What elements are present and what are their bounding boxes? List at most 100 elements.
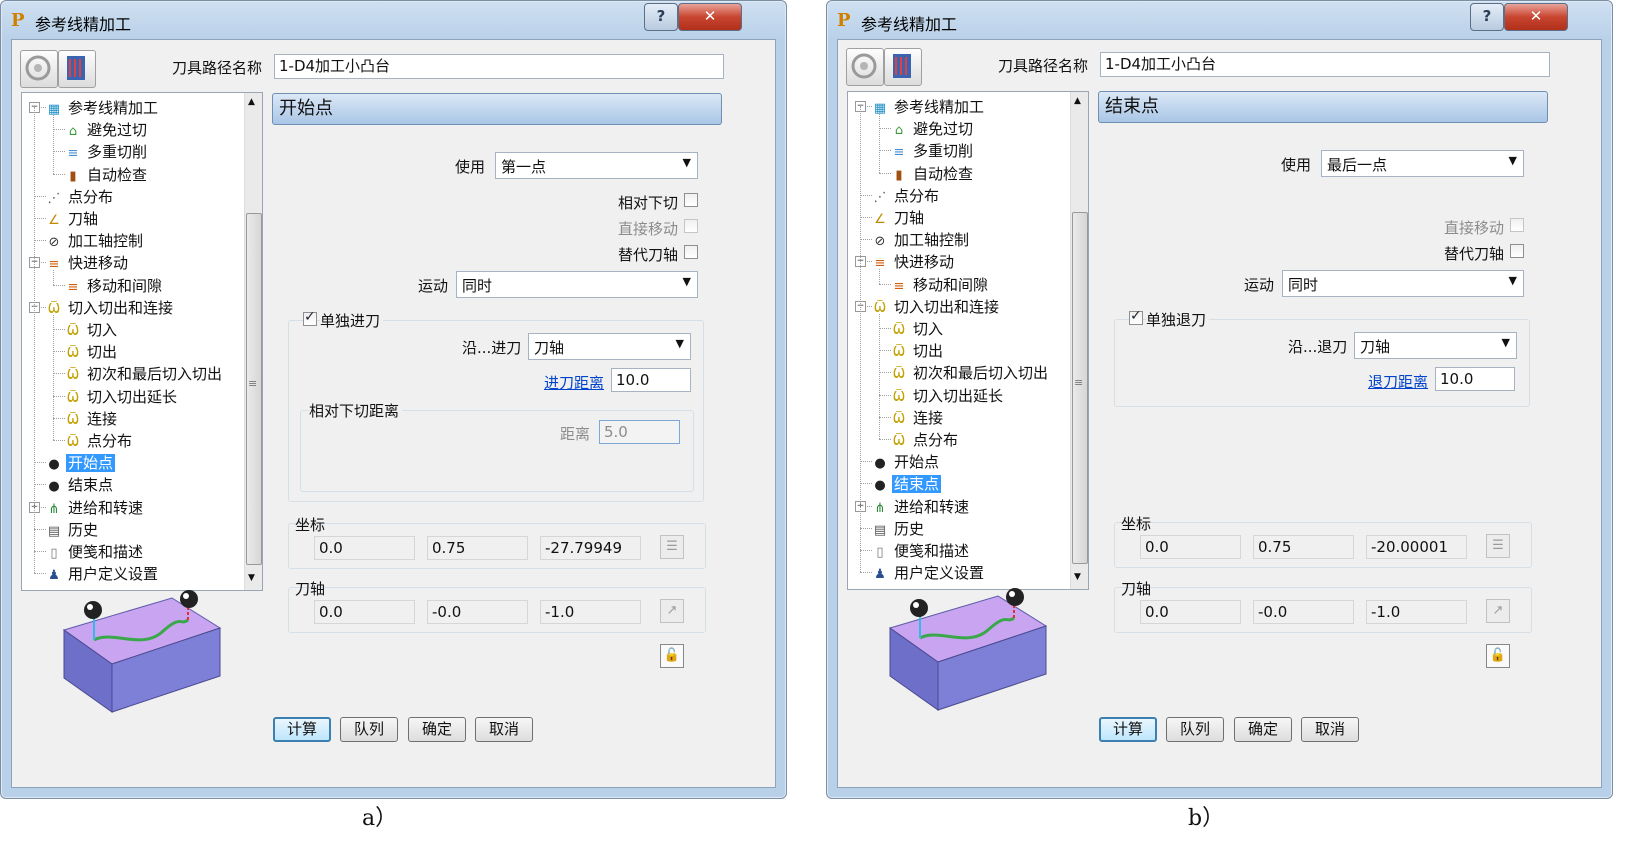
tree-node[interactable]: Ѿ 初次和最后切入切出: [891, 362, 1050, 382]
approach-distance-link[interactable]: 进刀距离: [544, 372, 604, 393]
retract-distance-input[interactable]: 10.0: [1435, 367, 1515, 391]
tree-node[interactable]: Ѿ 切入: [65, 319, 119, 339]
approach-distance-input[interactable]: 10.0: [611, 368, 691, 392]
tree-node[interactable]: ⌂ 避免过切: [891, 118, 975, 138]
tree-node[interactable]: Ѿ 连接: [65, 408, 119, 428]
tree-node[interactable]: ⋔ 进给和转速: [872, 496, 971, 516]
help-button[interactable]: ?: [644, 3, 678, 31]
tree-node[interactable]: ≡ 快进移动: [872, 251, 956, 271]
tree-node[interactable]: ▯ 便笺和描述: [46, 541, 145, 561]
history-icon: ▤: [873, 522, 887, 538]
dropdown-arrow-icon: ▼: [682, 275, 691, 288]
tree-node[interactable]: ≡ 多重切削: [891, 140, 975, 160]
tree-node[interactable]: ▤ 历史: [46, 519, 100, 539]
tree-node[interactable]: ⋔ 进给和转速: [46, 497, 145, 517]
close-button[interactable]: ✕: [678, 3, 742, 31]
tree-node[interactable]: ≡ 移动和间隙: [65, 275, 164, 295]
tree-node[interactable]: ● 开始点: [46, 452, 116, 473]
tree-node[interactable]: ▮ 自动检查: [65, 164, 149, 184]
tree-node-label: 多重切削: [913, 142, 974, 161]
ok-button[interactable]: 确定: [408, 717, 466, 742]
coord-z-field: -20.00001: [1366, 535, 1467, 559]
toolpath-name-input[interactable]: 1-D4加工小凸台: [274, 54, 724, 79]
cancel-button[interactable]: 取消: [475, 717, 533, 742]
scroll-up-arrow[interactable]: ▲: [1074, 96, 1081, 106]
separate-retract-checkbox[interactable]: [1129, 308, 1143, 325]
strategy-button[interactable]: [884, 48, 922, 86]
along-approach-dropdown[interactable]: 刀轴 ▼: [528, 333, 691, 360]
substitute-axis-checkbox[interactable]: [684, 245, 698, 259]
tool-axis-edit-button[interactable]: ↗: [660, 599, 684, 623]
tree-node[interactable]: ▦ 参考线精加工: [46, 97, 160, 117]
tree-node[interactable]: ▯ 便笺和描述: [872, 540, 971, 560]
tree-node[interactable]: ≡ 快进移动: [46, 252, 130, 272]
tree-node[interactable]: ≡ 多重切削: [65, 141, 149, 161]
toolpath-name-input[interactable]: 1-D4加工小凸台: [1100, 52, 1550, 77]
relative-distance-input[interactable]: 5.0: [599, 420, 680, 444]
queue-button[interactable]: 队列: [340, 717, 398, 742]
title-bar: P 参考线精加工 ? ✕: [1, 1, 786, 39]
tree-node[interactable]: ∠ 刀轴: [46, 208, 100, 228]
tree-node[interactable]: Ѿ 切入切出和连接: [46, 297, 175, 317]
tree-node[interactable]: ≡ 移动和间隙: [891, 274, 990, 294]
calculate-button[interactable]: 计算: [273, 717, 331, 742]
use-dropdown[interactable]: 第一点 ▼: [495, 152, 698, 179]
substitute-axis-checkbox[interactable]: [1510, 244, 1524, 258]
coordinates-pick-button[interactable]: ☰: [1486, 534, 1510, 558]
direct-move-checkbox[interactable]: [684, 219, 698, 233]
scroll-up-arrow[interactable]: ▲: [248, 97, 255, 107]
use-dropdown[interactable]: 最后一点 ▼: [1321, 150, 1524, 177]
tree-scrollbar[interactable]: ▲ ≡ ▼: [1070, 92, 1088, 589]
queue-button[interactable]: 队列: [1166, 717, 1224, 742]
direct-move-checkbox[interactable]: [1510, 218, 1524, 232]
help-button[interactable]: ?: [1470, 3, 1504, 31]
tree-node[interactable]: Ѿ 初次和最后切入切出: [65, 363, 224, 383]
tree-node[interactable]: Ѿ 切出: [891, 340, 945, 360]
tree-node[interactable]: ● 结束点: [872, 473, 942, 494]
separate-approach-checkbox[interactable]: [303, 309, 317, 326]
tree-node[interactable]: ● 开始点: [872, 451, 941, 471]
tree-node[interactable]: ⌂ 避免过切: [65, 119, 149, 139]
tree-node[interactable]: Ѿ 点分布: [65, 430, 134, 450]
tree-node[interactable]: ⊘ 加工轴控制: [46, 230, 145, 250]
lock-button[interactable]: 🔓: [1486, 644, 1510, 668]
start-point-icon: ●: [874, 456, 886, 472]
tree-node[interactable]: Ѿ 连接: [891, 407, 945, 427]
tree-node[interactable]: ⊘ 加工轴控制: [872, 229, 971, 249]
tree-node[interactable]: ▦ 参考线精加工: [872, 96, 986, 116]
tool-axis-edit-button[interactable]: ↗: [1486, 599, 1510, 623]
tree-node[interactable]: Ѿ 切出: [65, 341, 119, 361]
tree-node[interactable]: ♟ 用户定义设置: [872, 562, 986, 582]
relative-plunge-checkbox[interactable]: [684, 193, 698, 207]
tree-node[interactable]: ⋰ 点分布: [46, 186, 115, 206]
calculate-button[interactable]: 计算: [1099, 717, 1157, 742]
tree-node[interactable]: Ѿ 切入切出延长: [891, 385, 1005, 405]
tree-node[interactable]: Ѿ 点分布: [891, 429, 960, 449]
scroll-down-arrow[interactable]: ▼: [248, 573, 255, 583]
axis-control-icon: ⊘: [48, 235, 60, 251]
close-button[interactable]: ✕: [1504, 3, 1568, 31]
settings-wheel-button[interactable]: [20, 50, 58, 88]
retract-distance-link[interactable]: 退刀距离: [1368, 371, 1428, 392]
along-retract-dropdown[interactable]: 刀轴 ▼: [1354, 332, 1517, 359]
tree-node[interactable]: ⋰ 点分布: [872, 185, 941, 205]
tree-connector: [34, 528, 46, 530]
scroll-down-arrow[interactable]: ▼: [1074, 572, 1081, 582]
tree-node[interactable]: Ѿ 切入切出延长: [65, 386, 179, 406]
tree-node[interactable]: ▮ 自动检查: [891, 163, 975, 183]
cancel-button[interactable]: 取消: [1301, 717, 1359, 742]
tree-node[interactable]: ∠ 刀轴: [872, 207, 926, 227]
tree-node[interactable]: Ѿ 切入切出和连接: [872, 296, 1001, 316]
settings-wheel-button[interactable]: [846, 48, 884, 86]
tree-node[interactable]: ♟ 用户定义设置: [46, 563, 160, 583]
coordinates-pick-button[interactable]: ☰: [660, 535, 684, 559]
tree-node[interactable]: Ѿ 切入: [891, 318, 945, 338]
tree-node[interactable]: ▤ 历史: [872, 518, 926, 538]
strategy-button[interactable]: [58, 50, 96, 88]
ok-button[interactable]: 确定: [1234, 717, 1292, 742]
motion-dropdown[interactable]: 同时 ▼: [1282, 270, 1524, 297]
tree-node[interactable]: ● 结束点: [46, 474, 115, 494]
motion-dropdown[interactable]: 同时 ▼: [456, 271, 698, 298]
lock-button[interactable]: 🔓: [660, 644, 684, 668]
tree-scrollbar[interactable]: ▲ ≡ ▼: [244, 93, 262, 590]
